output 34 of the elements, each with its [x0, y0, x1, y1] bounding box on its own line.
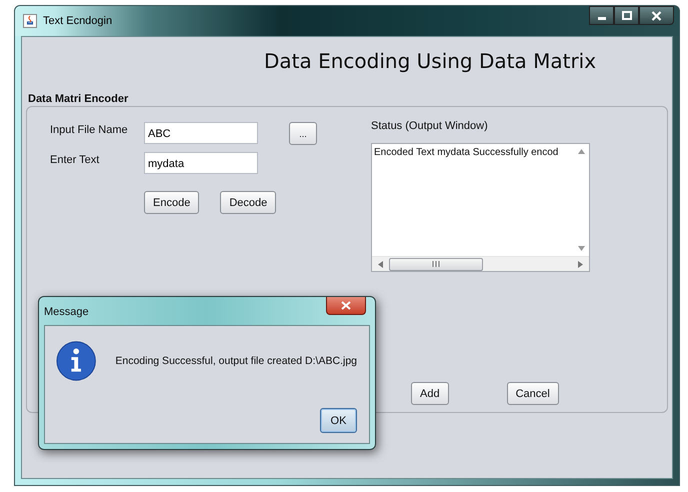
cup-icon — [23, 14, 37, 28]
close-button[interactable] — [326, 297, 366, 315]
field-label: Enter Text — [50, 153, 100, 166]
input-field[interactable]: ABC — [144, 122, 258, 144]
grip-icon — [432, 261, 440, 267]
ok-button[interactable]: OK — [320, 408, 357, 433]
up-arrow-icon[interactable] — [578, 149, 585, 154]
maximize-icon — [622, 11, 632, 20]
form-button[interactable]: Cancel — [506, 382, 559, 405]
close-icon — [651, 10, 662, 20]
action-button[interactable]: Decode — [220, 191, 276, 214]
action-button[interactable]: Encode — [144, 191, 200, 214]
maximize-button[interactable] — [614, 6, 639, 25]
dialog-message: Encoding Successful, output file created D:\ABC.jpg — [115, 355, 357, 367]
heading: Data Encoding Using Data Matrix — [263, 49, 598, 75]
browse-button[interactable]: ... — [289, 122, 317, 145]
field-label: Input File Name — [50, 123, 129, 136]
horizontal-scrollbar[interactable] — [372, 256, 589, 271]
left-arrow-icon[interactable] — [378, 260, 383, 268]
minimize-button[interactable] — [589, 6, 614, 25]
scrollbar-thumb[interactable] — [389, 258, 483, 270]
info-icon — [56, 340, 96, 382]
close-icon — [341, 301, 351, 310]
form-button[interactable]: Add — [411, 382, 449, 405]
group-label: Data Matri Encoder — [27, 93, 130, 105]
close-button[interactable] — [639, 6, 674, 25]
window-title: Text Ecndogin — [43, 15, 112, 27]
right-arrow-icon[interactable] — [578, 260, 583, 268]
status-text: Encoded Text mydata Successfully encod — [374, 147, 558, 158]
status-label: Status (Output Window) — [371, 120, 489, 134]
status-text-area[interactable]: Encoded Text mydata Successfully encod — [371, 143, 590, 272]
down-arrow-icon[interactable] — [578, 246, 585, 251]
input-field[interactable]: mydata — [144, 152, 258, 174]
dialog-title: Message — [44, 305, 89, 318]
